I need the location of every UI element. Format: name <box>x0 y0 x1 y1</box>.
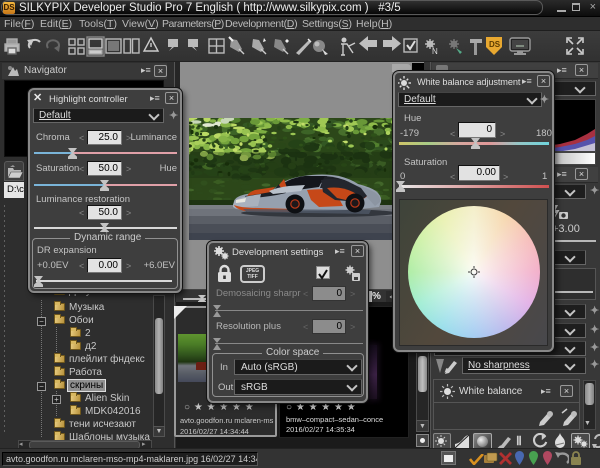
svg-text:DS: DS <box>489 40 501 49</box>
svg-text:N: N <box>432 47 438 56</box>
